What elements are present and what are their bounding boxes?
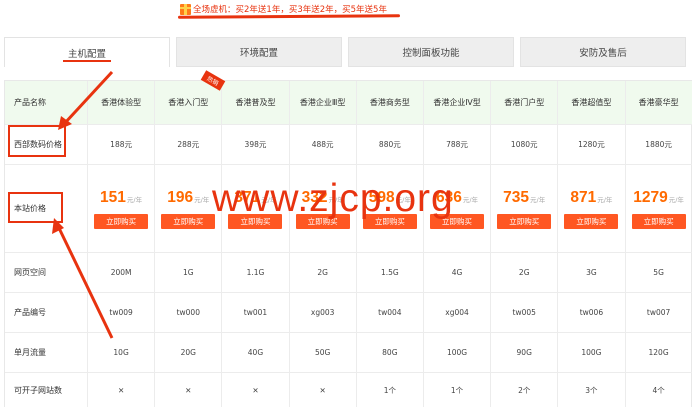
product-name: 香港商务型 <box>357 81 424 124</box>
table-cell: 100G <box>558 333 626 372</box>
price-value: 735 <box>503 188 530 206</box>
table-cell: 2个 <box>491 373 559 407</box>
table-cell: 788元 <box>424 125 492 164</box>
table-cell: tw007 <box>626 293 692 332</box>
table-cell: 50G <box>290 333 357 372</box>
price-value: 871 <box>570 188 597 206</box>
price-unit: 元/年 <box>194 195 210 204</box>
product-name: 香港企业Ⅳ型 <box>424 81 492 124</box>
buy-button[interactable]: 立即购买 <box>631 213 686 229</box>
table-cell: 80G <box>357 333 424 372</box>
product-name: 香港企业Ⅲ型 <box>290 81 357 124</box>
table-cell: xg003 <box>290 293 357 332</box>
table-cell: 40G <box>222 333 290 372</box>
not-available-icon: ✕ <box>155 373 223 407</box>
header-label: 产品名称 <box>5 81 88 124</box>
buy-button[interactable]: 立即购买 <box>497 213 552 229</box>
table-cell: 2G <box>491 253 559 292</box>
table-cell: 200M <box>88 253 156 292</box>
table-cell: 1.1G <box>222 253 290 292</box>
table-cell: xg004 <box>424 293 492 332</box>
not-available-icon: ✕ <box>290 373 357 407</box>
table-cell: 880元 <box>357 125 424 164</box>
product-name: 香港入门型 热销 <box>155 70 226 124</box>
not-available-icon: ✕ <box>88 373 156 407</box>
product-name: 香港豪华型 <box>626 81 692 124</box>
tab-environment[interactable]: 环境配置 <box>176 37 342 67</box>
promo-underline <box>177 14 401 19</box>
active-tab-indicator <box>63 60 111 62</box>
product-name: 香港体验型 <box>88 81 156 124</box>
watermark: www.zjcp.org <box>212 177 454 220</box>
table-cell: tw000 <box>155 293 223 332</box>
buy-button[interactable]: 立即购买 <box>94 213 149 229</box>
table-cell: 1.5G <box>357 253 424 292</box>
table-cell: 1个 <box>424 373 492 407</box>
price-unit: 元/年 <box>668 195 684 204</box>
not-available-icon: ✕ <box>222 373 290 407</box>
tab-security-support[interactable]: 安防及售后 <box>520 37 686 67</box>
table-cell: 188元 <box>88 125 156 164</box>
table-cell: 1个 <box>357 373 424 407</box>
price-unit: 元/年 <box>530 195 546 204</box>
table-cell: 4G <box>424 253 492 292</box>
table-cell: 1880元 <box>626 125 692 164</box>
row-label: 可开子网站数 <box>5 373 88 407</box>
table-cell: 120G <box>626 333 692 372</box>
table-cell: 1G <box>155 253 223 292</box>
row-label: 网页空间 <box>5 253 88 292</box>
table-header-row: 产品名称 香港体验型 香港入门型 热销 香港普及型 香港企业Ⅲ型 香港商务型 香… <box>5 70 692 125</box>
price-unit: 元/年 <box>126 195 143 204</box>
table-cell: tw001 <box>222 293 290 332</box>
table-cell: 1080元 <box>491 125 559 164</box>
annotation-box-site-price <box>8 192 63 223</box>
table-cell: 4个 <box>626 373 692 407</box>
row-label: 单月流量 <box>5 333 88 372</box>
product-name: 香港超值型 <box>558 81 626 124</box>
promo-text: 全场虚机：买2年送1年，买3年送2年，买5年送5年 <box>193 5 387 15</box>
table-row-traffic: 单月流量 10G 20G 40G 50G 80G 100G 90G 100G 1… <box>5 333 692 373</box>
table-cell: tw009 <box>88 293 156 332</box>
table-cell: 2G <box>290 253 357 292</box>
table-cell: 288元 <box>155 125 223 164</box>
price-unit: 元/年 <box>597 195 613 204</box>
price-cell: 871 元/年 立即购买 <box>558 165 626 252</box>
price-cell: 735 元/年 立即购买 <box>491 165 559 252</box>
table-cell: 3个 <box>558 373 626 407</box>
buy-button[interactable]: 立即购买 <box>564 213 619 229</box>
product-name-text: 香港入门型 <box>168 98 209 107</box>
price-value: 1279 <box>633 188 668 206</box>
product-name: 香港门户型 <box>491 81 559 124</box>
price-unit: 元/年 <box>462 195 479 204</box>
price-cell: 151 元/年 立即购买 <box>88 165 156 252</box>
row-label: 产品编号 <box>5 293 88 332</box>
table-cell: 488元 <box>290 125 357 164</box>
table-cell: 3G <box>558 253 626 292</box>
gift-icon <box>180 3 191 15</box>
table-cell: 1280元 <box>558 125 626 164</box>
table-cell: 5G <box>626 253 692 292</box>
table-cell: 100G <box>424 333 492 372</box>
table-cell: 90G <box>491 333 559 372</box>
tab-bar: 主机配置 环境配置 控制面板功能 安防及售后 <box>4 37 692 67</box>
product-table: 产品名称 香港体验型 香港入门型 热销 香港普及型 香港企业Ⅲ型 香港商务型 香… <box>4 70 692 407</box>
price-value: 151 <box>100 188 126 206</box>
table-row-product-code: 产品编号 tw009 tw000 tw001 xg003 tw004 xg004… <box>5 293 692 333</box>
table-cell: 398元 <box>222 125 290 164</box>
table-cell: 20G <box>155 333 223 372</box>
price-value: 196 <box>167 188 194 206</box>
tab-host-config[interactable]: 主机配置 <box>4 37 170 67</box>
table-cell: tw005 <box>491 293 559 332</box>
table-cell: tw006 <box>558 293 626 332</box>
table-cell: tw004 <box>357 293 424 332</box>
table-cell: 10G <box>88 333 156 372</box>
table-row-sites: 可开子网站数 ✕ ✕ ✕ ✕ 1个 1个 2个 3个 4个 <box>5 373 692 407</box>
tab-control-panel[interactable]: 控制面板功能 <box>348 37 514 67</box>
price-cell: 1279 元/年 立即购买 <box>626 165 692 252</box>
table-row-web-space: 网页空间 200M 1G 1.1G 2G 1.5G 4G 2G 3G 5G <box>5 253 692 293</box>
annotation-box-west-price <box>8 125 66 157</box>
product-name: 香港普及型 <box>222 81 290 124</box>
table-row-west-price: 西部数码价格 188元 288元 398元 488元 880元 788元 108… <box>5 125 692 165</box>
buy-button[interactable]: 立即购买 <box>161 213 216 229</box>
